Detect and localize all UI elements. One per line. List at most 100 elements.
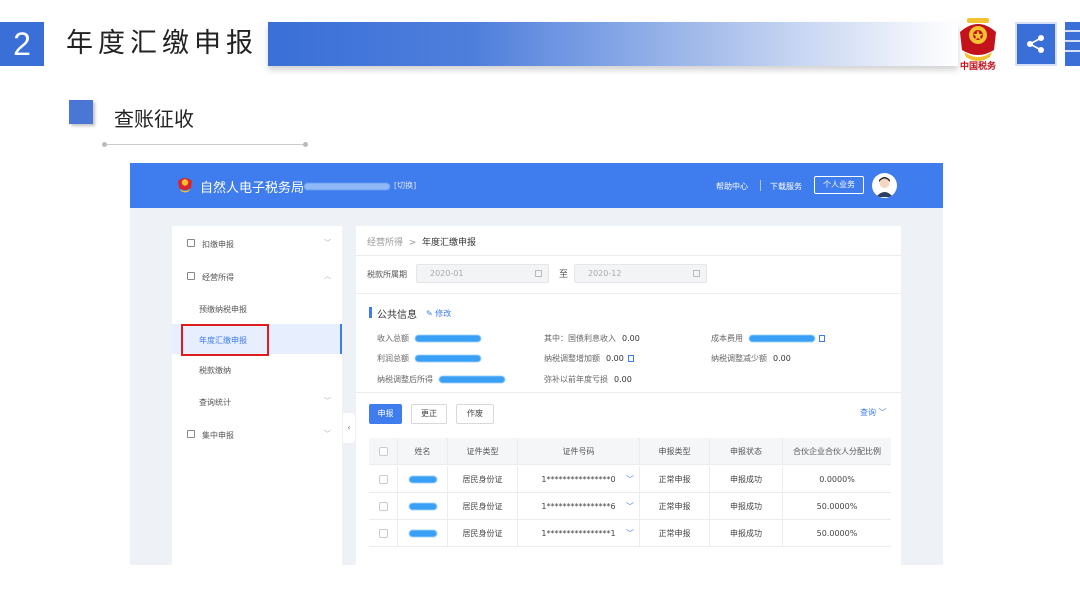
status-cell: 申报成功 (709, 520, 782, 547)
row-select-cell (369, 466, 397, 493)
correct-button[interactable]: 更正 (411, 404, 447, 424)
row-select-cell (369, 520, 397, 547)
redacted-name (408, 503, 437, 510)
table-row[interactable]: 居民身份证 1****************0 ﹀ 正常申报 申报成功 0.00… (369, 466, 891, 493)
field-value: 0.00 (606, 354, 624, 363)
tax-adjust-decrease-field: 纳税调整减少额 0.00 (711, 353, 791, 364)
row-select-cell (369, 493, 397, 520)
sidebar-item-tax-payment[interactable]: 税款缴纳 (172, 354, 342, 384)
sidebar-item-business-income[interactable]: 经营所得 ︿ (172, 261, 342, 291)
redacted-taxpayer-name (304, 183, 390, 190)
chevron-down-icon[interactable]: ﹀ (626, 493, 634, 520)
menu-tab[interactable] (1065, 22, 1080, 66)
column-header: 证件类型 (447, 438, 517, 465)
section-marker (369, 307, 372, 318)
chevron-down-icon[interactable]: ﹀ (626, 466, 634, 493)
id-number-value: 1****************1 (541, 529, 616, 538)
divider (356, 255, 901, 256)
row-checkbox[interactable] (378, 502, 388, 511)
breadcrumb-parent[interactable]: 经营所得 (367, 238, 403, 248)
void-button[interactable]: 作废 (456, 404, 494, 424)
document-icon (187, 239, 195, 247)
ratio-cell: 50.0000% (782, 493, 891, 520)
select-all-checkbox[interactable] (378, 447, 388, 456)
redacted-name (408, 530, 437, 537)
personal-business-button[interactable]: 个人业务 (814, 176, 864, 194)
chevron-down-icon[interactable]: ﹀ (626, 520, 634, 547)
pencil-icon: ✎ (426, 309, 436, 318)
sidebar-item-label: 集中申报 (202, 431, 234, 440)
adjusted-income-field: 纳税调整后所得 (377, 374, 505, 385)
app-name: 自然人电子税务局 (200, 181, 305, 196)
sidebar: 扣缴申报 ﹀ 经营所得 ︿ 预缴纳税申报 年度汇缴申报 税款缴纳 查询统计 ﹀ … (172, 226, 342, 565)
breadcrumb-current: 年度汇缴申报 (422, 238, 477, 248)
chevron-up-icon: ︿ (324, 272, 331, 280)
download-service-link[interactable]: 下载服务 (770, 181, 802, 192)
app-header: 自然人电子税务局 [切换] 帮助中心 下载服务 个人业务 (130, 163, 943, 208)
document-icon[interactable] (627, 355, 634, 362)
id-number-value: 1****************6 (541, 502, 616, 511)
field-value: 0.00 (614, 375, 632, 384)
row-checkbox[interactable] (378, 475, 388, 484)
switch-link[interactable]: [切换] (394, 180, 416, 191)
name-cell (397, 493, 447, 520)
status-cell: 申报成功 (709, 466, 782, 493)
column-header: 证件号码 (517, 438, 639, 465)
field-label: 纳税调整后所得 (377, 375, 433, 384)
id-number-cell: 1****************6 ﹀ (517, 493, 639, 520)
row-checkbox[interactable] (378, 529, 388, 538)
field-label: 纳税调整减少额 (711, 354, 767, 363)
breadcrumb-separator: > (408, 238, 417, 248)
declare-button[interactable]: 申报 (369, 404, 402, 424)
id-number-cell: 1****************0 ﹀ (517, 466, 639, 493)
period-to-label: 至 (559, 270, 569, 280)
income-total-field: 收入总额 (377, 333, 481, 344)
avatar[interactable] (872, 173, 897, 198)
treasury-interest-field: 其中：国债利息收入 0.00 (544, 333, 640, 344)
id-number-value: 1****************0 (541, 475, 616, 484)
highlight-box (181, 324, 269, 356)
help-center-link[interactable]: 帮助中心 (716, 181, 748, 192)
share-button[interactable] (1015, 22, 1057, 66)
id-type-cell: 居民身份证 (447, 493, 517, 520)
sidebar-item-prepay[interactable]: 预缴纳税申报 (172, 293, 342, 323)
chevron-down-icon: ﹀ (324, 239, 331, 247)
period-start-value: 2020-01 (430, 269, 464, 278)
app-screenshot: 自然人电子税务局 [切换] 帮助中心 下载服务 个人业务 扣缴申报 ﹀ 经营所得… (130, 163, 943, 565)
field-label: 收入总额 (377, 334, 409, 343)
declare-type-cell: 正常申报 (639, 493, 709, 520)
section-number: 2 (0, 22, 44, 66)
emblem-caption: 中国税务 (959, 62, 996, 72)
select-all-cell (369, 438, 397, 465)
profit-total-field: 利润总额 (377, 353, 481, 364)
subtitle: 查账征收 (114, 107, 194, 131)
tax-emblem-icon (178, 178, 192, 193)
period-end-input[interactable]: 2020-12 (574, 264, 707, 283)
sidebar-item-label: 经营所得 (202, 273, 234, 282)
briefcase-icon (187, 272, 195, 280)
id-type-cell: 居民身份证 (447, 466, 517, 493)
main-panel: 经营所得 > 年度汇缴申报 税款所属期 2020-01 至 2020-12 公共… (356, 226, 901, 565)
sidebar-item-query-stats[interactable]: 查询统计 ﹀ (172, 386, 342, 416)
table-row[interactable]: 居民身份证 1****************6 ﹀ 正常申报 申报成功 50.0… (369, 493, 891, 520)
sidebar-item-batch-declare[interactable]: 集中申报 ﹀ (172, 419, 342, 449)
calendar-icon (693, 270, 700, 277)
field-label: 其中：国债利息收入 (544, 334, 616, 343)
ratio-cell: 0.0000% (782, 466, 891, 493)
calendar-icon (535, 270, 542, 277)
sidebar-item-withholding[interactable]: 扣缴申报 ﹀ (172, 228, 342, 258)
period-start-input[interactable]: 2020-01 (416, 264, 549, 283)
table-header-row: 姓名 证件类型 证件号码 申报类型 申报状态 合伙企业合伙人分配比例 (369, 438, 891, 465)
document-icon[interactable] (819, 335, 825, 342)
id-number-cell: 1****************1 ﹀ (517, 520, 639, 547)
table-row[interactable]: 居民身份证 1****************1 ﹀ 正常申报 申报成功 50.0… (369, 520, 891, 547)
declare-type-cell: 正常申报 (639, 466, 709, 493)
query-dropdown[interactable]: 查询 ﹀ (860, 407, 887, 418)
nav-separator (760, 180, 761, 191)
subtitle-marker (69, 100, 93, 124)
edit-link[interactable]: ✎ 修改 (426, 308, 451, 319)
plus-box-icon (187, 430, 195, 438)
divider (356, 392, 901, 393)
collapse-sidebar-button[interactable]: ‹ (343, 413, 355, 443)
redacted-value (415, 335, 481, 342)
